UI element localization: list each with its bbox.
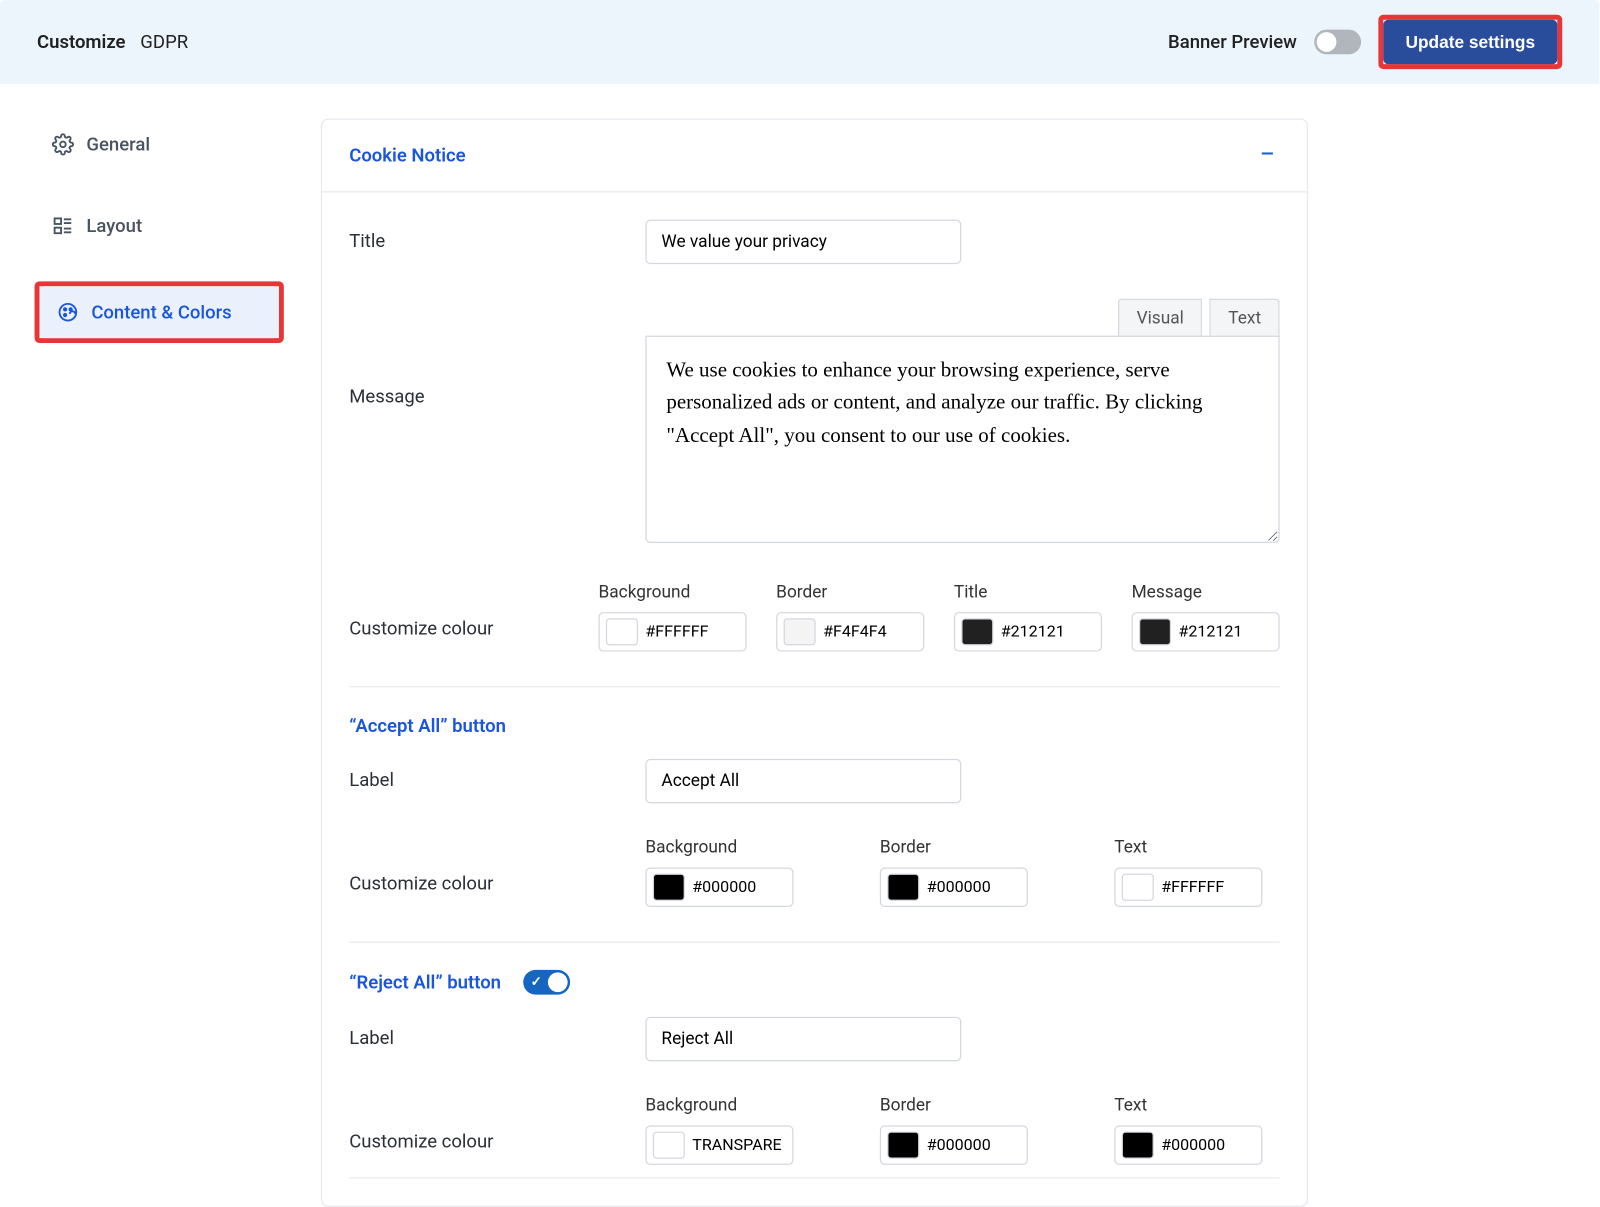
collapse-icon[interactable]: −	[1255, 142, 1280, 169]
reject-text-label: Text	[1114, 1096, 1262, 1116]
sidebar-item-label: Content & Colors	[91, 301, 231, 323]
banner-preview-toggle[interactable]	[1314, 30, 1361, 55]
sidebar-item-label: General	[86, 133, 150, 155]
palette-icon	[57, 301, 79, 323]
breadcrumb-customize: Customize	[37, 31, 125, 53]
title-field-label: Title	[349, 220, 645, 252]
reject-background-label: Background	[645, 1096, 793, 1116]
accept-label-input[interactable]	[645, 759, 961, 803]
reject-background-input[interactable]	[645, 1125, 793, 1164]
sidebar-item-content-colors[interactable]: Content & Colors	[39, 286, 278, 338]
colour-border-input[interactable]	[776, 612, 924, 651]
colour-message-label: Message	[1132, 582, 1280, 602]
title-input[interactable]	[645, 220, 961, 264]
reject-text-input[interactable]	[1114, 1125, 1262, 1164]
accept-label-label: Label	[349, 759, 645, 791]
reject-border-input[interactable]	[880, 1125, 1028, 1164]
reject-label-input[interactable]	[645, 1017, 961, 1061]
colour-border-label: Border	[776, 582, 924, 602]
cookie-notice-panel: Cookie Notice − Title Message	[321, 118, 1308, 1206]
highlight-box: Update settings	[1378, 15, 1562, 69]
message-field-label: Message	[349, 299, 645, 408]
reject-label-label: Label	[349, 1017, 645, 1049]
reject-all-toggle[interactable]: ✓	[523, 970, 570, 995]
tab-text[interactable]: Text	[1210, 299, 1280, 337]
colour-message-input[interactable]	[1132, 612, 1280, 651]
breadcrumb: Customize GDPR	[37, 31, 188, 53]
reject-border-label: Border	[880, 1096, 1028, 1116]
sidebar-item-label: Layout	[86, 215, 142, 237]
panel-title: Cookie Notice	[349, 144, 465, 166]
accept-background-label: Background	[645, 838, 793, 858]
accept-border-label: Border	[880, 838, 1028, 858]
accept-text-input[interactable]	[1114, 868, 1262, 907]
gear-icon	[52, 133, 74, 155]
breadcrumb-gdpr: GDPR	[140, 31, 188, 53]
topbar: Customize GDPR Banner Preview Update set…	[0, 0, 1599, 84]
message-textarea[interactable]	[645, 336, 1279, 543]
banner-preview-label: Banner Preview	[1168, 31, 1297, 53]
sidebar: General Layout Content & Colors	[0, 118, 296, 1206]
update-settings-button[interactable]: Update settings	[1383, 20, 1557, 64]
colour-background-label: Background	[598, 582, 746, 602]
reject-customize-colour-label: Customize colour	[349, 1096, 645, 1153]
reject-all-section-title: “Reject All” button	[349, 971, 501, 993]
tab-visual[interactable]: Visual	[1118, 299, 1202, 337]
colour-background-input[interactable]	[598, 612, 746, 651]
customize-colour-label: Customize colour	[349, 582, 598, 639]
accept-background-input[interactable]	[645, 868, 793, 907]
sidebar-item-layout[interactable]: Layout	[35, 200, 284, 252]
accept-text-label: Text	[1114, 838, 1262, 858]
accept-all-section-title: “Accept All” button	[349, 714, 1279, 736]
sidebar-item-general[interactable]: General	[35, 118, 284, 170]
highlight-box: Content & Colors	[35, 281, 284, 343]
colour-title-label: Title	[954, 582, 1102, 602]
layout-icon	[52, 215, 74, 237]
accept-border-input[interactable]	[880, 868, 1028, 907]
colour-title-input[interactable]	[954, 612, 1102, 651]
accept-customize-colour-label: Customize colour	[349, 838, 645, 895]
